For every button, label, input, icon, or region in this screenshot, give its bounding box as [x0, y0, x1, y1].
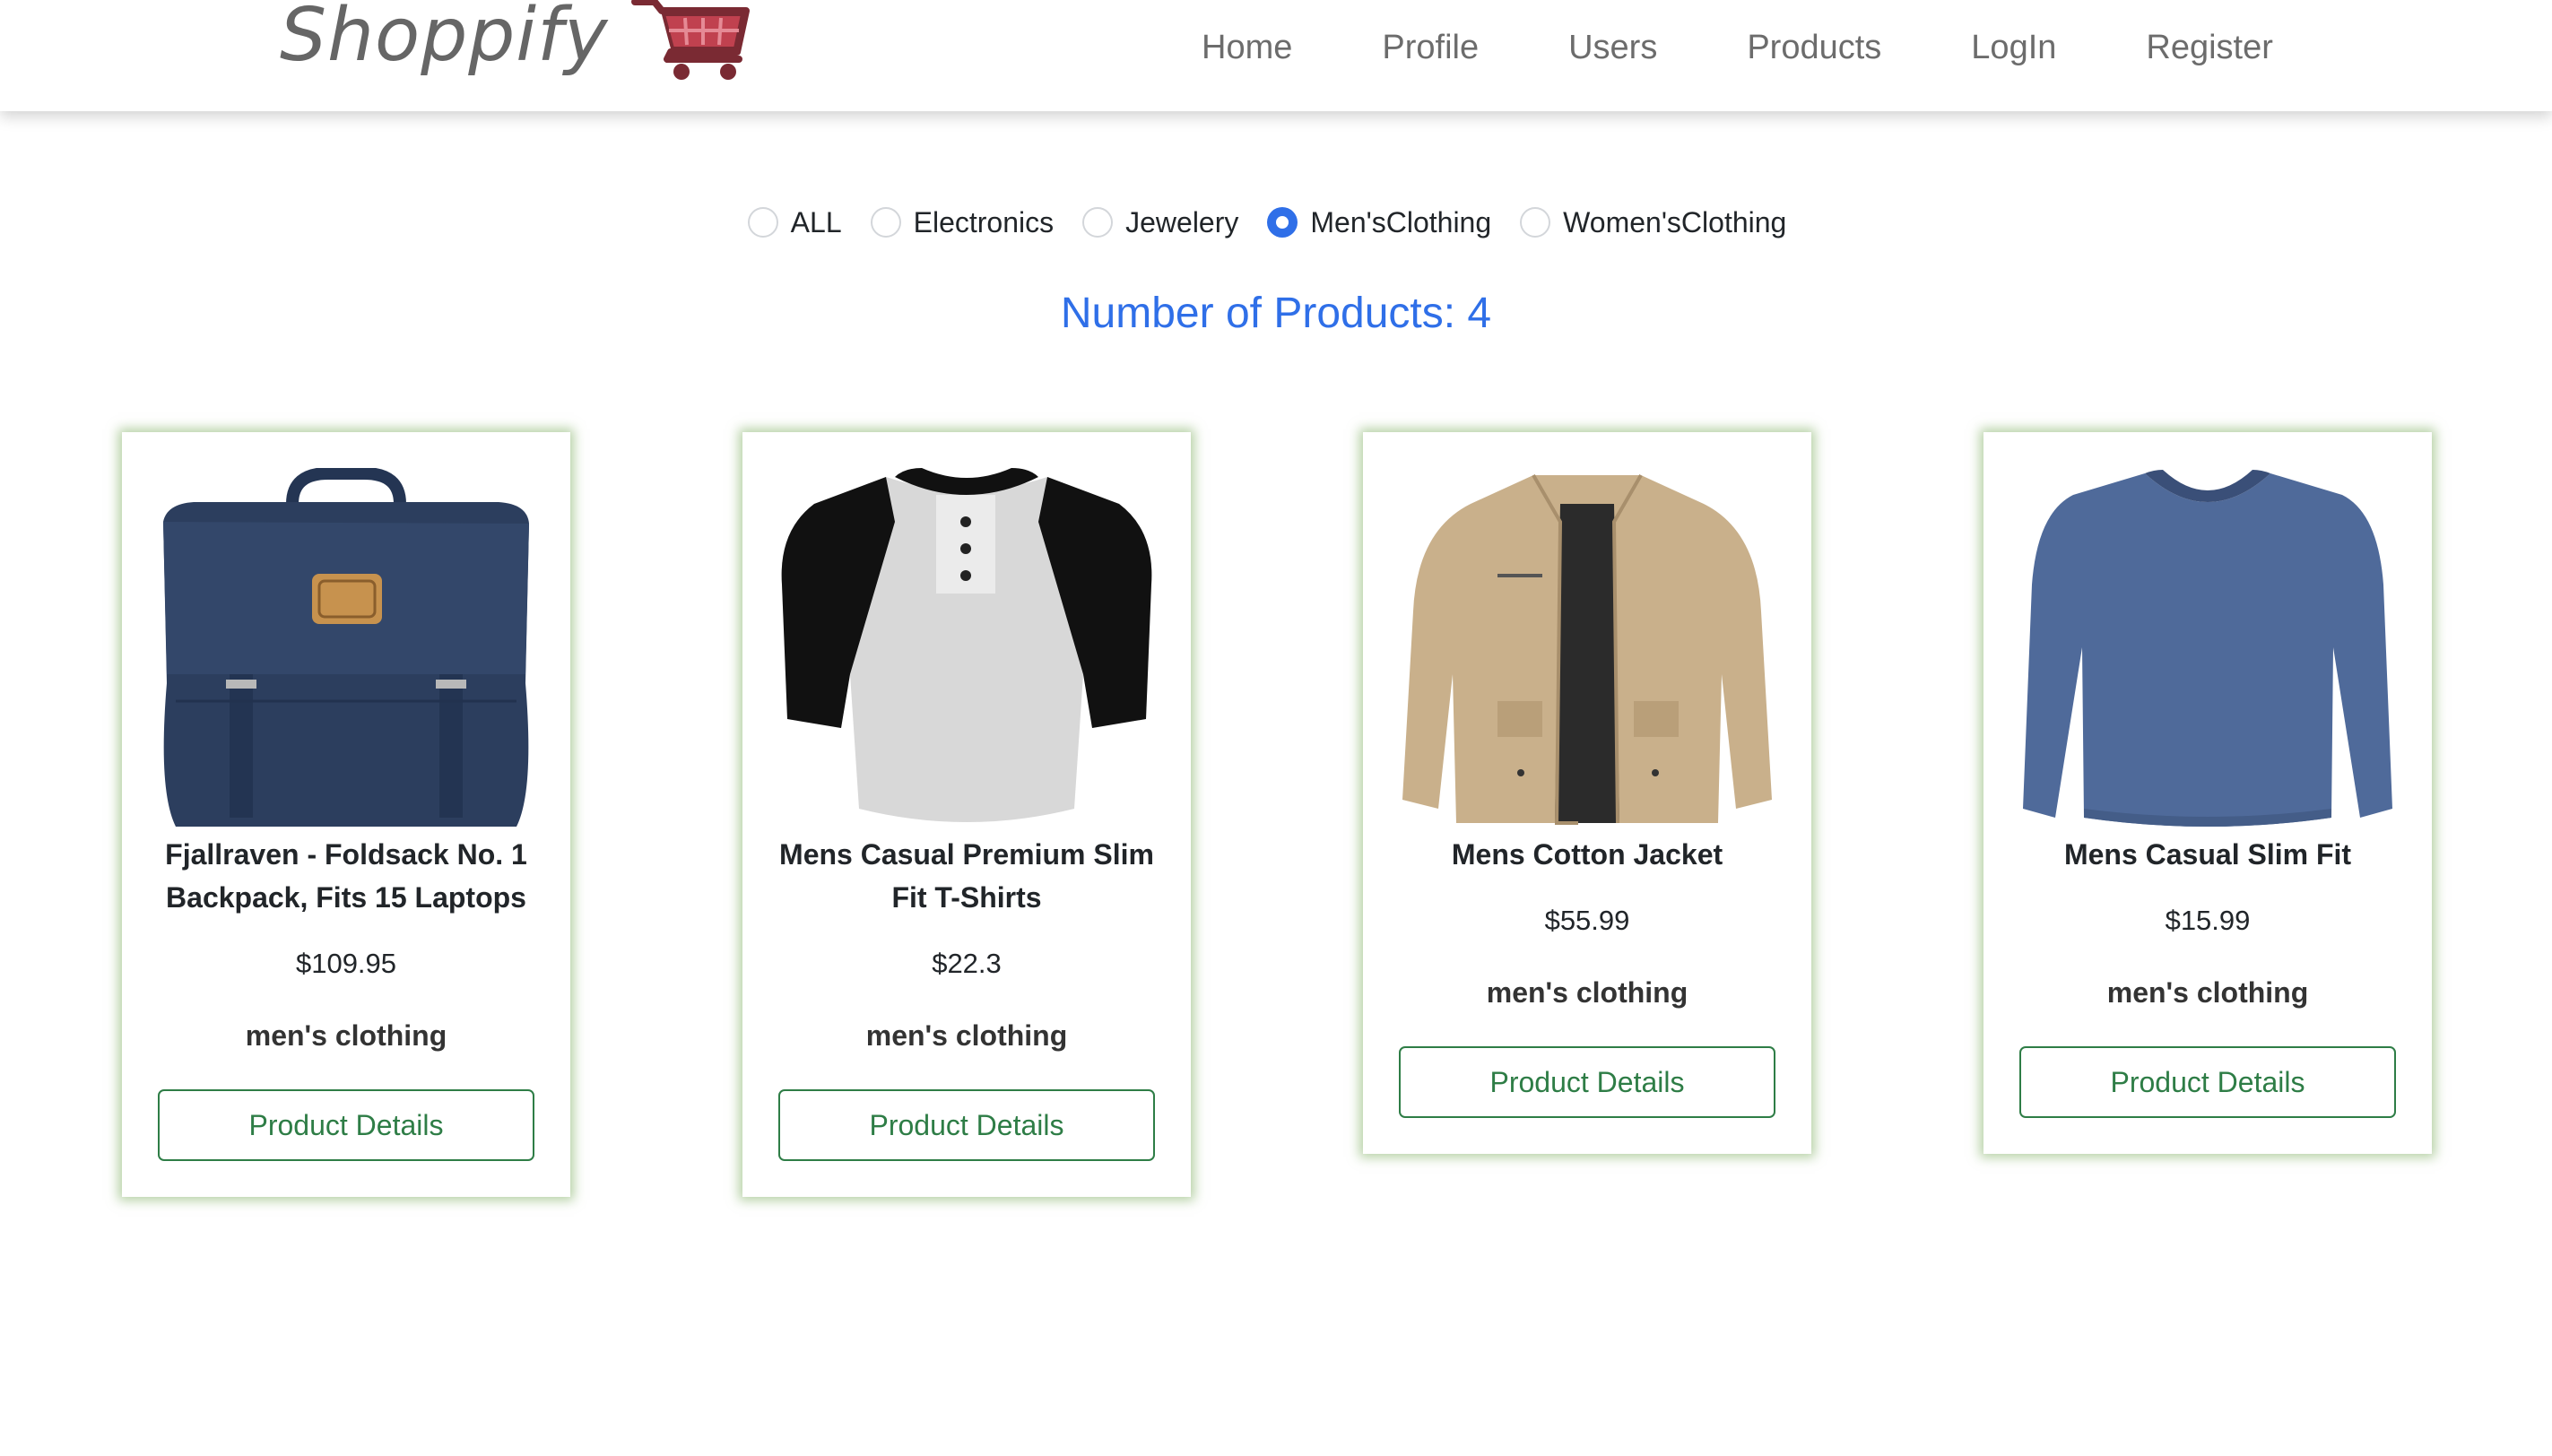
product-title: Mens Casual Premium Slim Fit T-Shirts [779, 838, 1154, 914]
product-details-button[interactable]: Product Details [778, 1089, 1155, 1161]
radio-womens-clothing[interactable] [1520, 207, 1551, 238]
radio-electronics[interactable] [870, 207, 901, 238]
filter-label: ALL [790, 206, 842, 238]
product-price: $55.99 [1544, 905, 1630, 936]
filter-label: Men'sClothing [1310, 206, 1492, 238]
product-category: men's clothing [865, 1019, 1068, 1052]
nav-profile[interactable]: Profile [1382, 25, 1479, 70]
product-title: Fjallraven - Foldsack No. 1 Backpack, Fi… [165, 838, 527, 914]
category-filter: ALL Electronics Jewelery Men'sClothing W… [0, 203, 2552, 242]
top-navbar: Shoppify Home Profile Users Products Log… [0, 0, 2552, 111]
filter-label: Electronics [913, 206, 1055, 238]
filter-jewelery[interactable]: Jewelery [1082, 203, 1238, 242]
product-title: Mens Cotton Jacket [1451, 838, 1723, 871]
backpack-image [163, 467, 529, 827]
product-category: men's clothing [2106, 976, 2309, 1009]
product-card: Fjallraven - Foldsack No. 1 Backpack, Fi… [122, 432, 570, 1197]
radio-jewelery[interactable] [1082, 207, 1114, 238]
product-price: $109.95 [295, 948, 397, 979]
filter-label: Women'sClothing [1563, 206, 1787, 238]
nav-products[interactable]: Products [1747, 25, 1881, 70]
product-category: men's clothing [245, 1019, 447, 1052]
product-card: Mens Casual Slim Fit $15.99 men's clothi… [1983, 432, 2432, 1154]
radio-mens-clothing[interactable] [1267, 207, 1298, 238]
product-details-button[interactable]: Product Details [1399, 1046, 1775, 1118]
product-price: $22.3 [932, 948, 1002, 979]
main-nav: Home Profile Users Products LogIn Regist… [1202, 25, 2273, 70]
product-price: $15.99 [2165, 905, 2251, 936]
product-card: Mens Cotton Jacket $55.99 men's clothing… [1363, 432, 1811, 1154]
filter-electronics[interactable]: Electronics [870, 203, 1055, 242]
product-details-button[interactable]: Product Details [2019, 1046, 2396, 1118]
raglan-tshirt-image [781, 468, 1152, 822]
nav-login[interactable]: LogIn [1971, 25, 2056, 70]
brand-logo[interactable]: Shoppify [280, 0, 753, 82]
radio-all[interactable] [747, 207, 778, 238]
cotton-jacket-image [1402, 474, 1772, 825]
nav-users[interactable]: Users [1568, 25, 1657, 70]
nav-register[interactable]: Register [2146, 25, 2273, 70]
products-count: Number of Products: 4 [1060, 290, 1492, 337]
nav-home[interactable]: Home [1202, 25, 1292, 70]
product-title: Mens Casual Slim Fit [2063, 838, 2352, 871]
product-category: men's clothing [1486, 976, 1688, 1009]
cart-icon [631, 0, 751, 80]
filter-label: Jewelery [1125, 206, 1239, 238]
filter-all[interactable]: ALL [747, 203, 842, 242]
filter-mens-clothing[interactable]: Men'sClothing [1267, 203, 1491, 242]
product-details-button[interactable]: Product Details [158, 1089, 534, 1161]
filter-womens-clothing[interactable]: Women'sClothing [1520, 203, 1786, 242]
product-card: Mens Casual Premium Slim Fit T-Shirts $2… [742, 432, 1191, 1197]
longsleeve-shirt-image [2023, 470, 2392, 827]
brand-name: Shoppify [280, 0, 609, 78]
